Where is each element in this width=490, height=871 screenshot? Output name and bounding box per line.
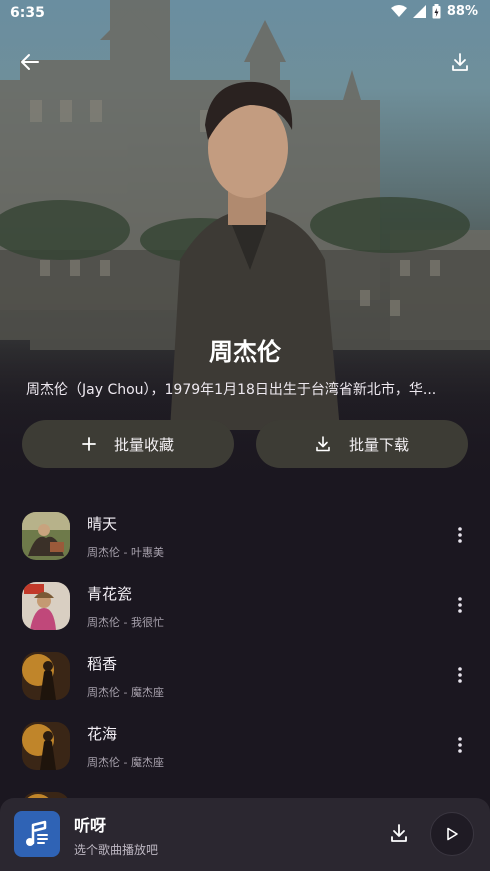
song-row[interactable]: 青花瓷 周杰伦 - 我很忙	[0, 570, 490, 640]
back-button[interactable]	[16, 48, 44, 76]
more-vertical-icon	[458, 597, 462, 613]
battery-percent: 88%	[446, 4, 478, 19]
song-title: 青花瓷	[87, 585, 133, 603]
download-button[interactable]	[446, 48, 474, 76]
status-bar: 6:35 88%	[0, 0, 490, 28]
batch-collect-button[interactable]: 批量收藏	[22, 420, 234, 468]
album-cover	[22, 652, 70, 700]
artist-page: 6:35 88% 周杰伦 周杰伦（Jay Chou），1979年1月18日出生于…	[0, 0, 490, 871]
app-logo	[14, 811, 60, 857]
artist-name: 周杰伦	[209, 338, 281, 366]
album-cover	[22, 512, 70, 560]
song-subtitle: 周杰伦 - 魔杰座	[87, 686, 164, 699]
song-title: 晴天	[87, 515, 118, 533]
player-title: 听呀	[74, 816, 107, 835]
download-icon	[316, 436, 330, 452]
battery-charging-icon	[432, 4, 441, 19]
download-icon	[391, 824, 407, 842]
arrow-left-icon	[21, 54, 39, 70]
more-options-button[interactable]	[450, 733, 470, 757]
artist-hero-image	[0, 0, 490, 490]
batch-collect-label: 批量收藏	[113, 435, 174, 454]
player-download-button[interactable]	[386, 820, 412, 846]
song-subtitle: 周杰伦 - 叶惠美	[87, 546, 164, 559]
song-row[interactable]: 晴天 周杰伦 - 叶惠美	[0, 500, 490, 570]
wifi-icon	[390, 5, 407, 17]
song-subtitle: 周杰伦 - 魔杰座	[87, 756, 164, 769]
album-cover	[22, 582, 70, 630]
player-subtitle: 选个歌曲播放吧	[74, 843, 159, 857]
album-cover	[22, 722, 70, 770]
music-note-icon	[26, 820, 48, 846]
status-time: 6:35	[10, 5, 45, 21]
play-button[interactable]	[430, 812, 474, 856]
more-options-button[interactable]	[450, 523, 470, 547]
signal-icon	[412, 5, 426, 18]
song-row[interactable]: 稻香 周杰伦 - 魔杰座	[0, 640, 490, 710]
plus-icon	[82, 437, 96, 451]
song-row[interactable]: 花海 周杰伦 - 魔杰座	[0, 710, 490, 780]
more-options-button[interactable]	[450, 663, 470, 687]
more-vertical-icon	[458, 737, 462, 753]
more-options-button[interactable]	[450, 593, 470, 617]
song-title: 花海	[87, 725, 118, 743]
song-subtitle: 周杰伦 - 我很忙	[87, 616, 164, 629]
song-title: 稻香	[87, 655, 118, 673]
artist-description[interactable]: 周杰伦（Jay Chou），1979年1月18日出生于台湾省新北市，华...	[26, 379, 466, 399]
mini-player[interactable]: 听呀 选个歌曲播放吧	[0, 798, 490, 871]
more-vertical-icon	[458, 527, 462, 543]
download-icon	[452, 53, 468, 71]
batch-download-label: 批量下载	[348, 435, 409, 454]
more-vertical-icon	[458, 667, 462, 683]
status-icons: 88%	[390, 4, 478, 19]
artist-portrait	[170, 81, 340, 430]
play-icon	[447, 827, 458, 841]
batch-download-button[interactable]: 批量下载	[256, 420, 468, 468]
